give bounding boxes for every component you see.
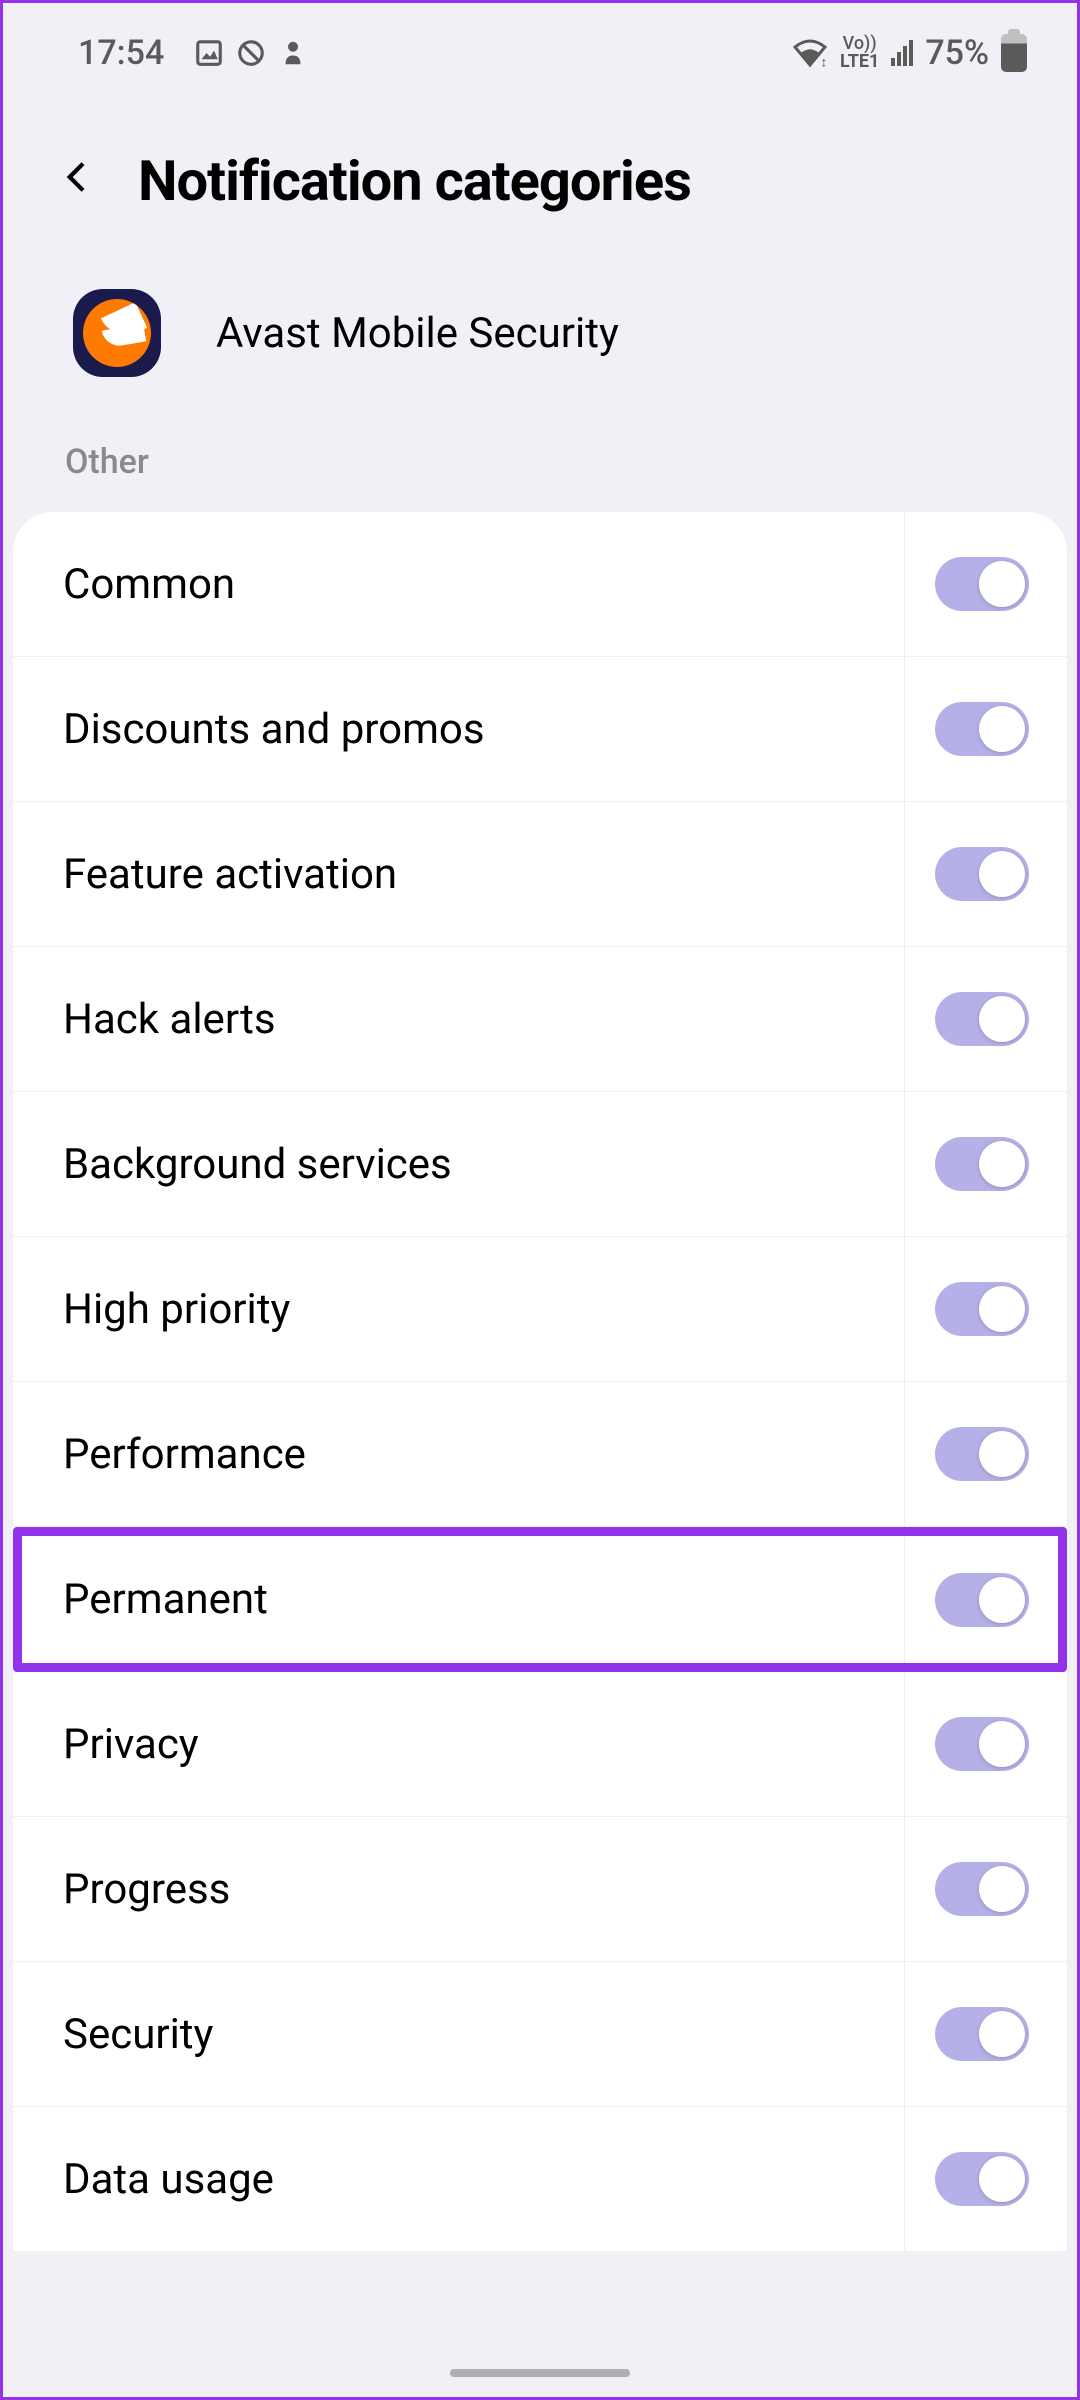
status-right: ↕ Vo)) LTE1 75% [792, 33, 1027, 73]
list-item-discounts[interactable]: Discounts and promos [13, 657, 1067, 802]
signal-icon [891, 40, 913, 66]
list-item-security[interactable]: Security [13, 1962, 1067, 2107]
item-label: High priority [63, 1285, 290, 1334]
header: Notification categories [3, 93, 1077, 244]
list-item-permanent[interactable]: Permanent [13, 1527, 1067, 1672]
list-item-high-priority[interactable]: High priority [13, 1237, 1067, 1382]
item-label: Security [63, 2010, 213, 2059]
toggle-switch[interactable] [935, 1717, 1029, 1771]
list-item-hack-alerts[interactable]: Hack alerts [13, 947, 1067, 1092]
item-label: Feature activation [63, 850, 397, 899]
list-item-data-usage[interactable]: Data usage [13, 2107, 1067, 2252]
picture-icon [194, 38, 224, 68]
toggle-wrap [904, 2107, 1029, 2251]
toggle-switch[interactable] [935, 1862, 1029, 1916]
list-item-common[interactable]: Common [13, 512, 1067, 657]
toggle-wrap [904, 1092, 1029, 1236]
nav-indicator[interactable] [450, 2369, 630, 2377]
list-item-feature-activation[interactable]: Feature activation [13, 802, 1067, 947]
item-label: Performance [63, 1430, 306, 1479]
page-title: Notification categories [138, 148, 691, 214]
wifi-icon: ↕ [792, 38, 828, 68]
toggle-wrap [904, 947, 1029, 1091]
item-label: Permanent [63, 1575, 268, 1624]
lte-bottom: LTE1 [840, 53, 879, 71]
notification-list: Common Discounts and promos Feature acti… [13, 512, 1067, 2252]
toggle-switch[interactable] [935, 2007, 1029, 2061]
lte-indicator: Vo)) LTE1 [840, 35, 879, 71]
item-label: Background services [63, 1140, 452, 1189]
toggle-switch[interactable] [935, 557, 1029, 611]
section-header: Other [3, 432, 1077, 512]
item-label: Common [63, 560, 235, 609]
status-time: 17:54 [78, 33, 164, 73]
toggle-switch[interactable] [935, 1573, 1029, 1627]
person-icon [278, 38, 308, 68]
toggle-wrap [904, 512, 1029, 656]
app-row[interactable]: Avast Mobile Security [3, 244, 1077, 432]
app-icon [73, 289, 161, 377]
status-indicator-icons [194, 38, 308, 68]
status-bar: 17:54 ↕ Vo)) LTE1 75% [3, 3, 1077, 93]
svg-text:↕: ↕ [820, 55, 827, 69]
item-label: Data usage [63, 2155, 274, 2204]
list-item-background-services[interactable]: Background services [13, 1092, 1067, 1237]
toggle-switch[interactable] [935, 1282, 1029, 1336]
list-item-performance[interactable]: Performance [13, 1382, 1067, 1527]
item-label: Progress [63, 1865, 230, 1914]
list-item-privacy[interactable]: Privacy [13, 1672, 1067, 1817]
toggle-wrap [904, 1672, 1029, 1816]
toggle-switch[interactable] [935, 992, 1029, 1046]
toggle-wrap [904, 802, 1029, 946]
battery-percent: 75% [925, 33, 989, 73]
do-not-disturb-icon [236, 38, 266, 68]
toggle-wrap [904, 657, 1029, 801]
item-label: Hack alerts [63, 995, 276, 1044]
toggle-wrap [904, 1817, 1029, 1961]
back-icon[interactable] [58, 152, 98, 210]
toggle-wrap [904, 1382, 1029, 1526]
app-name: Avast Mobile Security [216, 309, 619, 358]
status-left: 17:54 [78, 33, 308, 73]
list-item-progress[interactable]: Progress [13, 1817, 1067, 1962]
toggle-wrap [904, 1962, 1029, 2106]
toggle-switch[interactable] [935, 1427, 1029, 1481]
battery-icon [1001, 34, 1027, 72]
toggle-wrap [904, 1237, 1029, 1381]
item-label: Discounts and promos [63, 705, 485, 754]
highlighted-item: Permanent [13, 1527, 1067, 1672]
item-label: Privacy [63, 1720, 199, 1769]
toggle-switch[interactable] [935, 847, 1029, 901]
toggle-switch[interactable] [935, 702, 1029, 756]
toggle-wrap [904, 1536, 1029, 1663]
toggle-switch[interactable] [935, 2152, 1029, 2206]
toggle-switch[interactable] [935, 1137, 1029, 1191]
